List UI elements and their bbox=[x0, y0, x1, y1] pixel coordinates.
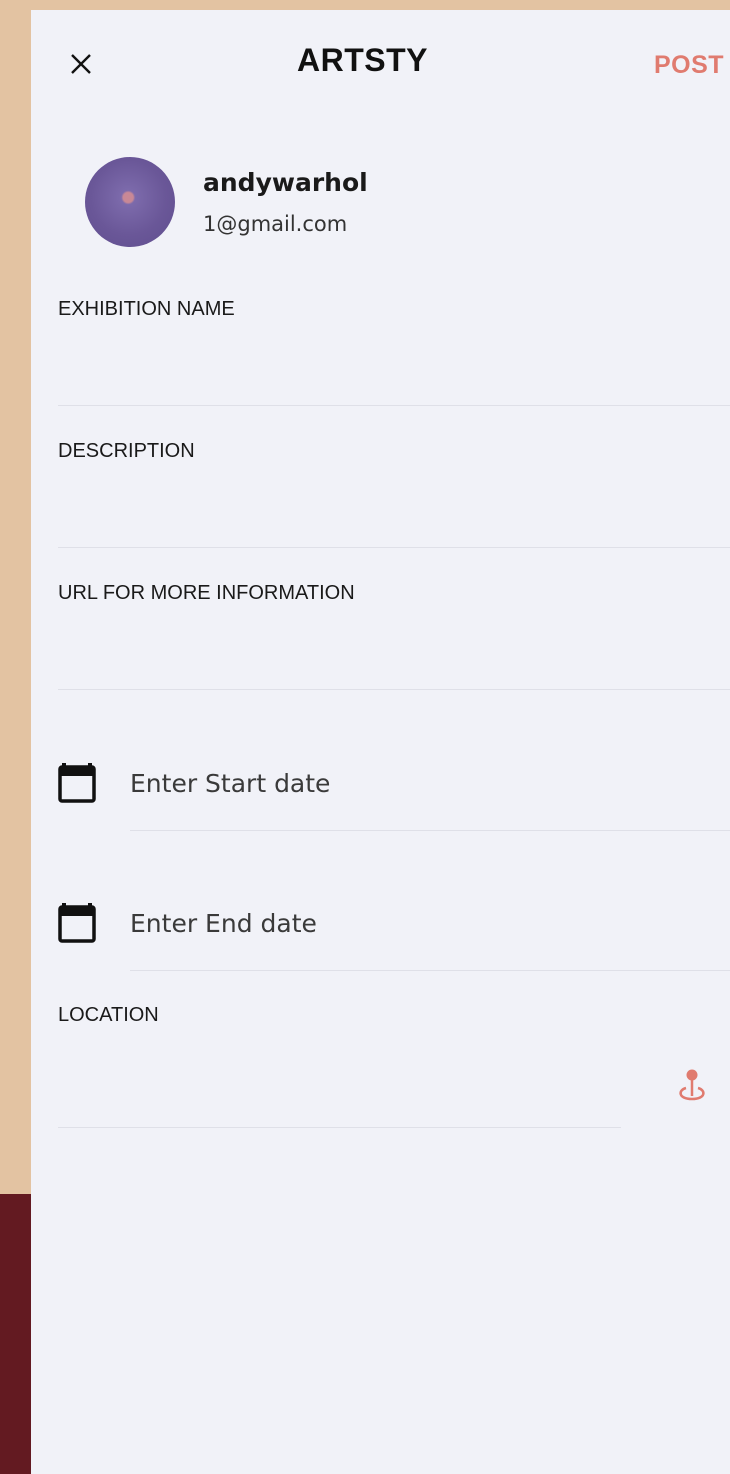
url-label: URL FOR MORE INFORMATION bbox=[58, 582, 355, 604]
calendar-icon[interactable] bbox=[58, 763, 96, 803]
description-label: DESCRIPTION bbox=[58, 440, 195, 462]
username: andywarhol bbox=[203, 168, 368, 197]
exhibition-name-label: EXHIBITION NAME bbox=[58, 298, 235, 320]
calendar-icon[interactable] bbox=[58, 903, 96, 943]
user-email: 1@gmail.com bbox=[203, 212, 348, 236]
location-input[interactable] bbox=[58, 1066, 621, 1128]
url-input[interactable] bbox=[58, 630, 730, 690]
end-date-row bbox=[58, 893, 730, 973]
app-title: ARTSTY bbox=[297, 42, 428, 78]
avatar bbox=[85, 157, 175, 247]
exhibition-name-input[interactable] bbox=[58, 346, 730, 406]
post-exhibition-sheet: ARTSTY POST andywarhol 1@gmail.com EXHIB… bbox=[31, 10, 730, 1474]
start-date-input[interactable] bbox=[130, 753, 730, 831]
location-label: LOCATION bbox=[58, 1004, 159, 1026]
location-pin-icon[interactable] bbox=[675, 1068, 709, 1104]
post-button[interactable]: POST bbox=[654, 51, 724, 80]
end-date-input[interactable] bbox=[130, 893, 730, 971]
description-input[interactable] bbox=[58, 488, 730, 548]
app-title-bar: ARTSTY bbox=[31, 42, 730, 79]
start-date-row bbox=[58, 753, 730, 833]
